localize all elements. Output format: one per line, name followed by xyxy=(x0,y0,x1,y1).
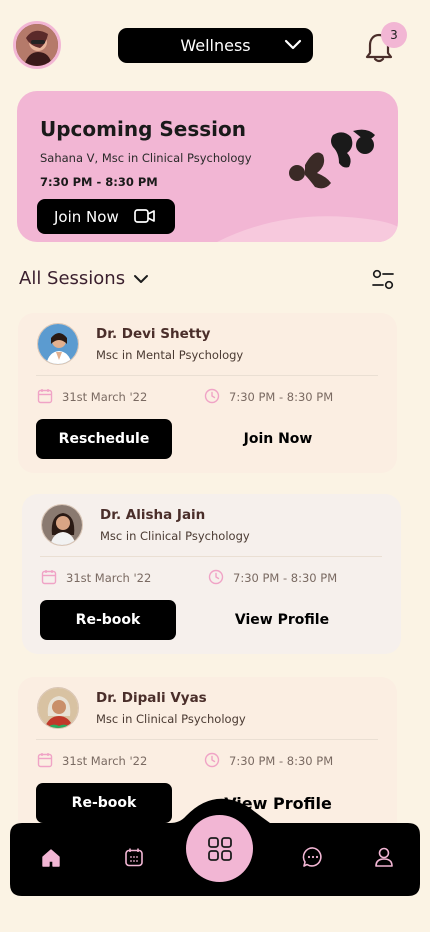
doctor-name: Dr. Devi Shetty xyxy=(96,326,211,342)
doctor-name: Dr. Alisha Jain xyxy=(100,507,206,523)
all-sessions-label: All Sessions xyxy=(19,268,126,289)
session-card: Dr. Devi Shetty Msc in Mental Psychology… xyxy=(18,313,397,473)
clock-icon xyxy=(208,569,224,585)
doctor-avatar xyxy=(37,687,79,729)
notification-badge: 3 xyxy=(381,22,407,48)
dashboard-button[interactable] xyxy=(186,815,253,882)
doctor-qualification: Msc in Mental Psychology xyxy=(96,348,244,362)
session-time: 7:30 PM - 8:30 PM xyxy=(233,571,338,585)
divider xyxy=(40,556,382,557)
clock-icon xyxy=(204,388,220,404)
grid-icon xyxy=(207,836,232,861)
home-icon[interactable] xyxy=(41,848,61,868)
re-book-button[interactable]: Re-book xyxy=(40,600,176,640)
upcoming-subtitle: Sahana V, Msc in Clinical Psychology xyxy=(40,151,252,165)
category-dropdown[interactable]: Wellness xyxy=(118,28,313,63)
clock-icon xyxy=(204,752,220,768)
session-date: 31st March '22 xyxy=(66,571,152,585)
calendar-icon xyxy=(37,389,53,404)
divider xyxy=(36,739,378,740)
session-card: Dr. Alisha Jain Msc in Clinical Psycholo… xyxy=(22,494,401,654)
session-time: 7:30 PM - 8:30 PM xyxy=(229,390,334,404)
upcoming-time: 7:30 PM - 8:30 PM xyxy=(40,175,158,189)
session-date: 31st March '22 xyxy=(62,754,148,768)
all-sessions-dropdown[interactable]: All Sessions xyxy=(19,268,149,289)
filter-icon[interactable] xyxy=(371,269,395,291)
upcoming-session-card: Upcoming Session Sahana V, Msc in Clinic… xyxy=(17,91,398,242)
yoga-illustration-icon xyxy=(289,129,375,189)
join-now-label: Join Now xyxy=(54,207,119,226)
join-now-button[interactable]: Join Now xyxy=(37,199,175,234)
upcoming-title: Upcoming Session xyxy=(40,117,246,141)
calendar-icon xyxy=(41,570,57,585)
chat-icon[interactable] xyxy=(302,846,324,868)
chevron-down-icon xyxy=(134,274,149,283)
user-avatar[interactable] xyxy=(13,21,61,69)
video-camera-icon xyxy=(134,209,155,223)
divider xyxy=(36,375,378,376)
reschedule-button[interactable]: Reschedule xyxy=(36,419,172,459)
session-time: 7:30 PM - 8:30 PM xyxy=(229,754,334,768)
calendar-icon xyxy=(37,753,53,768)
join-now-link[interactable]: Join Now xyxy=(208,419,348,459)
doctor-qualification: Msc in Clinical Psychology xyxy=(100,529,250,543)
view-profile-link[interactable]: View Profile xyxy=(212,600,352,640)
doctor-avatar xyxy=(41,504,83,546)
doctor-avatar xyxy=(37,323,79,365)
profile-icon[interactable] xyxy=(374,846,394,868)
doctor-qualification: Msc in Clinical Psychology xyxy=(96,712,246,726)
chevron-down-icon xyxy=(284,39,302,50)
session-date: 31st March '22 xyxy=(62,390,148,404)
calendar-icon[interactable] xyxy=(124,847,144,867)
doctor-name: Dr. Dipali Vyas xyxy=(96,690,207,706)
bottom-nav xyxy=(0,798,430,898)
category-label: Wellness xyxy=(180,36,251,55)
